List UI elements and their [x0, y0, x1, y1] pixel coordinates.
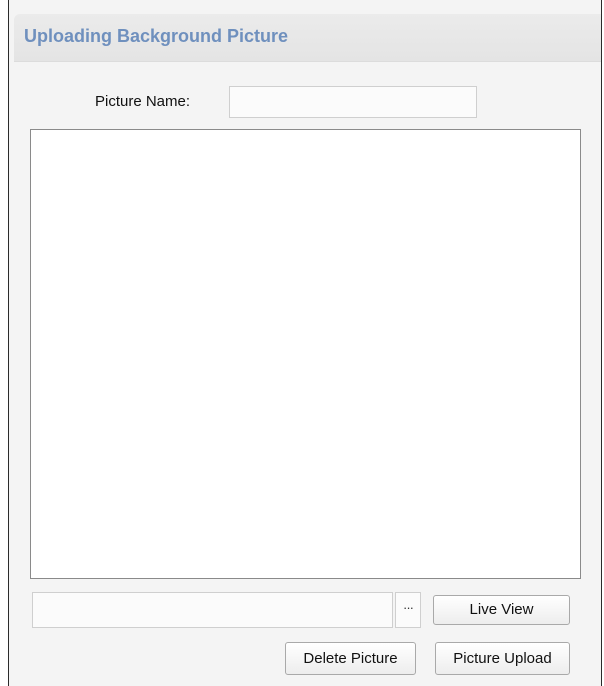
- picture-name-input[interactable]: [229, 86, 477, 118]
- section-title: Uploading Background Picture: [24, 26, 289, 46]
- picture-name-label: Picture Name:: [95, 93, 191, 110]
- picture-upload-button[interactable]: Picture Upload: [435, 642, 570, 675]
- file-path-input[interactable]: [32, 592, 393, 628]
- live-view-button[interactable]: Live View: [433, 595, 570, 625]
- picture-preview-area: [30, 129, 581, 579]
- window-right-border: [601, 0, 602, 686]
- section-header: Uploading Background Picture: [14, 14, 601, 62]
- browse-file-button[interactable]: ···: [395, 592, 421, 628]
- delete-picture-button[interactable]: Delete Picture: [285, 642, 416, 675]
- upload-background-picture-window: Uploading Background Picture Picture Nam…: [0, 0, 604, 686]
